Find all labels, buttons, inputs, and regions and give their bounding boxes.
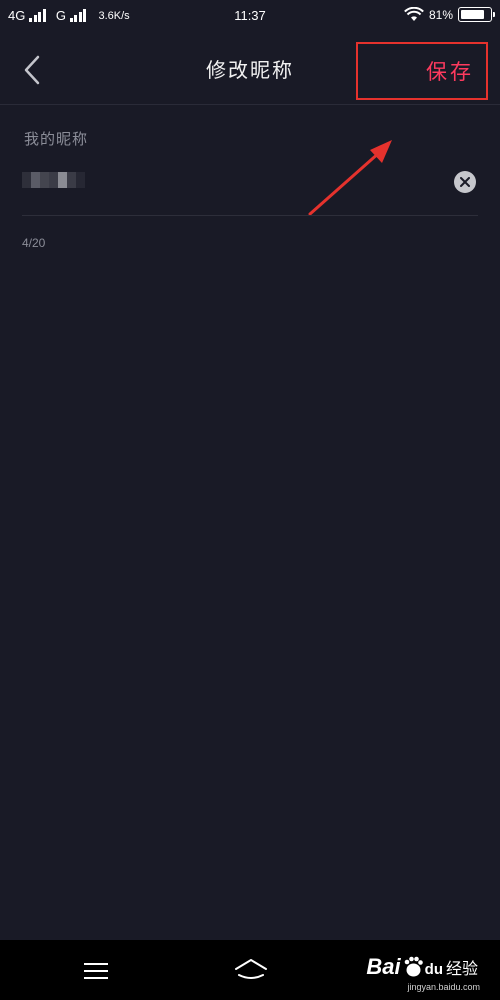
battery-icon xyxy=(458,7,495,22)
watermark-du: du xyxy=(424,960,443,978)
battery-percent: 81% xyxy=(428,7,453,22)
baidu-watermark: Bai du 经验 xyxy=(366,954,478,980)
watermark-jingyan: 经验 xyxy=(445,959,478,978)
char-count: 4/20 xyxy=(22,236,46,250)
paw-icon xyxy=(402,956,424,978)
nickname-label: 我的昵称 xyxy=(24,130,89,148)
top-nav: 修改昵称 保存 xyxy=(0,34,500,105)
nickname-input[interactable] xyxy=(22,160,478,216)
watermark-bai: Bai xyxy=(366,954,401,979)
save-button[interactable]: 保存 xyxy=(356,42,488,100)
watermark-url: jingyan.baidu.com xyxy=(407,982,480,992)
clear-button[interactable] xyxy=(454,171,476,193)
menu-icon[interactable] xyxy=(84,961,110,981)
home-icon[interactable] xyxy=(233,957,269,983)
nickname-value-blurred xyxy=(22,172,85,188)
wifi-icon xyxy=(404,7,424,22)
edit-nickname-screen: 4G G 3.6K/s 11:37 81% 修改昵称 保存 我的昵称 4/20 … xyxy=(0,0,500,1000)
clear-icon xyxy=(460,177,470,187)
status-bar: 4G G 3.6K/s 11:37 81% xyxy=(0,0,500,34)
battery-level xyxy=(461,10,484,19)
system-nav-bar: Bai du 经验 jingyan.baidu.com xyxy=(0,940,500,1000)
status-right: 81% xyxy=(404,7,495,22)
